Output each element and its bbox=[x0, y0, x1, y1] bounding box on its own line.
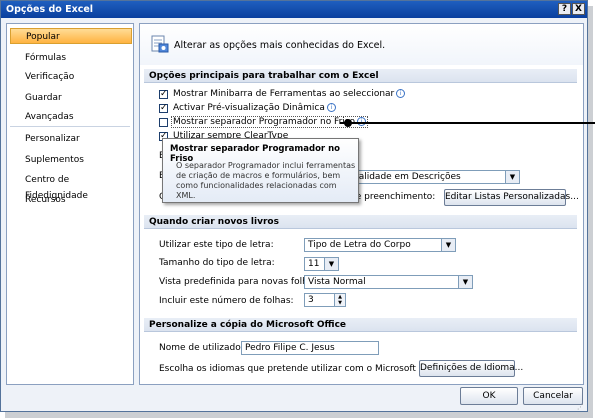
section-heading-office: Personalize a cópia do Microsoft Office bbox=[144, 318, 577, 332]
minibar-checkbox[interactable]: ✓ bbox=[159, 90, 168, 99]
font-select[interactable]: Tipo de Letra do Corpo ▼ bbox=[304, 238, 456, 252]
edit-custom-lists-button[interactable]: Editar Listas Personalizadas... bbox=[444, 189, 579, 206]
minibar-option-label: Mostrar Minibarra de Ferramentas ao sele… bbox=[173, 89, 406, 99]
screentip: Mostrar separador Programador no Friso O… bbox=[162, 138, 359, 203]
ok-button[interactable]: OK bbox=[460, 387, 518, 405]
username-label: Nome de utilizador: bbox=[159, 343, 248, 353]
fill-lists-text: de preenchimento: bbox=[350, 192, 436, 202]
sidebar-item-suplementos[interactable]: Suplementos bbox=[10, 152, 132, 168]
close-button[interactable]: X bbox=[572, 3, 585, 15]
excel-options-dialog: Opções do Excel ? X Popular Fórmulas Ver… bbox=[0, 0, 588, 412]
section-heading-main-options: Opções principais para trabalhar com o E… bbox=[144, 69, 577, 83]
sidebar-item-centro-fidedignidade[interactable]: Centro de Fidedignidade bbox=[10, 172, 132, 201]
title-bar: Opções do Excel ? X bbox=[1, 1, 587, 18]
default-view-label: Vista predefinida para novas folhas: bbox=[159, 277, 322, 287]
language-settings-button[interactable]: Definições de Idioma... bbox=[419, 360, 523, 377]
main-panel: Alterar as opções mais conhecidas do Exc… bbox=[139, 23, 584, 385]
chevron-down-icon: ▼ bbox=[505, 171, 519, 183]
info-icon: i bbox=[326, 103, 336, 112]
info-icon: i bbox=[396, 89, 406, 98]
callout-dot bbox=[344, 119, 352, 127]
sidebar-item-popular[interactable]: Popular bbox=[10, 28, 132, 44]
help-button[interactable]: ? bbox=[558, 3, 571, 15]
spin-arrows-icon[interactable]: ▲ ▼ bbox=[334, 294, 345, 306]
sheet-count-stepper[interactable]: 3 ▲ ▼ bbox=[304, 293, 346, 307]
sheet-count-label: Incluir este número de folhas: bbox=[159, 296, 294, 306]
callout-line bbox=[340, 122, 595, 124]
cancel-button[interactable]: Cancelar bbox=[523, 387, 583, 405]
sidebar-divider bbox=[10, 126, 130, 127]
window-title: Opções do Excel bbox=[6, 4, 94, 15]
chevron-down-icon: ▼ bbox=[324, 258, 338, 270]
screentip-body: O separador Programador inclui ferrament… bbox=[176, 161, 356, 200]
header-area: Alterar as opções mais conhecidas do Exc… bbox=[140, 24, 583, 65]
options-settings-icon bbox=[150, 34, 170, 54]
language-label: Escolha os idiomas que pretende utilizar… bbox=[159, 364, 449, 374]
section-heading-new-books: Quando criar novos livros bbox=[144, 215, 577, 229]
username-field[interactable]: Pedro Filipe C. Jesus bbox=[241, 341, 379, 355]
resize-grip-icon[interactable]: ⋰ bbox=[577, 403, 584, 411]
developer-tab-option-label[interactable]: Mostrar separador Programador no Frisoi bbox=[171, 116, 368, 128]
sidebar-item-formulas[interactable]: Fórmulas bbox=[10, 50, 132, 66]
chevron-down-icon: ▼ bbox=[441, 239, 455, 251]
sidebar-item-recursos[interactable]: Recursos bbox=[10, 192, 132, 208]
live-preview-checkbox[interactable]: ✓ bbox=[159, 104, 168, 113]
screentip-style-select[interactable]: nalidade em Descrições ▼ bbox=[349, 170, 520, 184]
chevron-down-icon: ▼ bbox=[458, 276, 472, 288]
default-view-select[interactable]: Vista Normal ▼ bbox=[304, 275, 473, 289]
developer-tab-checkbox[interactable] bbox=[159, 118, 168, 127]
font-size-select[interactable]: 11 ▼ bbox=[304, 257, 339, 271]
sidebar-item-guardar[interactable]: Guardar bbox=[10, 90, 132, 106]
font-label: Utilizar este tipo de letra: bbox=[159, 240, 274, 250]
sidebar-item-avancadas[interactable]: Avançadas bbox=[10, 109, 132, 125]
font-size-label: Tamanho do tipo de letra: bbox=[159, 258, 275, 268]
sidebar: Popular Fórmulas Verificação Guardar Ava… bbox=[6, 23, 134, 385]
sidebar-item-personalizar[interactable]: Personalizar bbox=[10, 131, 132, 147]
live-preview-option-label: Activar Pré-visualização Dinâmica i bbox=[173, 103, 336, 113]
header-title: Alterar as opções mais conhecidas do Exc… bbox=[174, 40, 386, 51]
sidebar-item-verificacao[interactable]: Verificação bbox=[10, 69, 132, 85]
